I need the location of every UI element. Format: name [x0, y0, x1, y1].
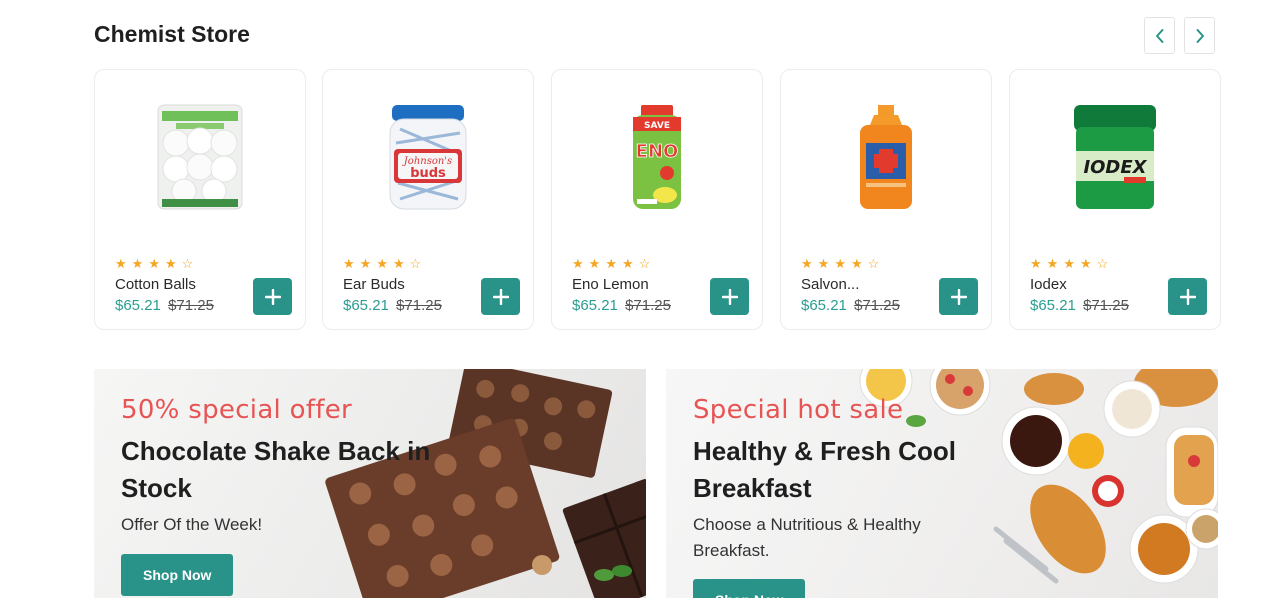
product-price: $65.21 $71.25 — [1030, 297, 1129, 314]
plus-icon — [492, 288, 509, 305]
balm-jar-icon: IODEX — [1074, 105, 1156, 209]
ear-buds-jar-icon: Johnson's buds — [389, 105, 467, 210]
star-empty-icon: ☆ — [409, 256, 422, 271]
product-image[interactable]: Johnson's buds — [323, 98, 533, 218]
current-price: $65.21 — [801, 297, 847, 314]
antiseptic-bottle-icon — [860, 105, 912, 209]
star-filled-icon: ★ — [148, 256, 160, 271]
carousel-next-button[interactable] — [1184, 17, 1215, 54]
star-filled-icon: ★ — [1079, 256, 1092, 271]
add-to-cart-button[interactable] — [253, 278, 292, 315]
product-name[interactable]: Eno Lemon — [572, 276, 649, 293]
star-filled-icon: ★ — [131, 256, 144, 271]
product-image[interactable] — [781, 98, 991, 218]
star-filled-icon: ★ — [834, 256, 846, 271]
product-image[interactable]: IODEX — [1010, 98, 1220, 218]
star-filled-icon: ★ — [605, 256, 617, 271]
product-card[interactable]: SAVE ENO ★ ★ ★ ★ ☆ Eno Lemon $65.21 $71.25 — [551, 69, 763, 330]
svg-text:IODEX: IODEX — [1083, 157, 1147, 178]
star-filled-icon: ★ — [359, 256, 372, 271]
rating-stars: ★ ★ ★ ★ ☆ — [572, 257, 650, 270]
star-filled-icon: ★ — [392, 256, 405, 271]
product-image[interactable] — [95, 98, 305, 218]
current-price: $65.21 — [572, 297, 618, 314]
carousel-prev-button[interactable] — [1144, 17, 1175, 54]
product-card[interactable]: IODEX ★ ★ ★ ★ ☆ Iodex $65.21 $71.25 — [1009, 69, 1221, 330]
star-filled-icon: ★ — [572, 256, 584, 271]
star-filled-icon: ★ — [621, 256, 634, 271]
product-price: $65.21 $71.25 — [801, 297, 900, 314]
product-card[interactable]: ★ ★ ★ ★ ☆ Salvon... $65.21 $71.25 — [780, 69, 992, 330]
svg-text:SAVE: SAVE — [644, 121, 670, 131]
product-name[interactable]: Iodex — [1030, 276, 1067, 293]
product-name[interactable]: Salvon... — [801, 276, 859, 293]
chevron-right-icon — [1196, 28, 1204, 43]
page: Chemist Store ★ ★ ★ ★ ☆ Cotton Balls $65… — [0, 0, 1280, 598]
product-card[interactable]: ★ ★ ★ ★ ☆ Cotton Balls $65.21 $71.25 — [94, 69, 306, 330]
old-price: $71.25 — [625, 297, 671, 314]
star-filled-icon: ★ — [343, 256, 355, 271]
star-empty-icon: ☆ — [638, 256, 651, 271]
old-price: $71.25 — [396, 297, 442, 314]
add-to-cart-button[interactable] — [481, 278, 520, 315]
product-price: $65.21 $71.25 — [115, 297, 214, 314]
product-price: $65.21 $71.25 — [343, 297, 442, 314]
plus-icon — [264, 288, 281, 305]
star-filled-icon: ★ — [376, 256, 388, 271]
star-empty-icon: ☆ — [867, 256, 880, 271]
star-filled-icon: ★ — [1063, 256, 1075, 271]
rating-stars: ★ ★ ★ ★ ☆ — [343, 257, 421, 270]
banner-subtitle: Offer Of the Week! — [121, 515, 263, 534]
chevron-left-icon — [1155, 28, 1163, 43]
rating-stars: ★ ★ ★ ★ ☆ — [115, 257, 193, 270]
current-price: $65.21 — [1030, 297, 1076, 314]
star-filled-icon: ★ — [1046, 256, 1059, 271]
old-price: $71.25 — [854, 297, 900, 314]
product-name[interactable]: Cotton Balls — [115, 276, 196, 293]
banner-title: Chocolate Shake Back in Stock — [121, 436, 431, 503]
plus-icon — [1179, 288, 1196, 305]
svg-text:ENO: ENO — [636, 141, 679, 162]
product-image[interactable]: SAVE ENO — [552, 98, 762, 218]
eno-bottle-icon: SAVE ENO — [633, 105, 681, 209]
banner-tagline: Special hot sale — [693, 395, 904, 425]
rating-stars: ★ ★ ★ ★ ☆ — [1030, 257, 1108, 270]
star-filled-icon: ★ — [115, 256, 127, 271]
add-to-cart-button[interactable] — [939, 278, 978, 315]
star-filled-icon: ★ — [1030, 256, 1042, 271]
banner-title: Healthy & Fresh Cool Breakfast — [693, 436, 956, 503]
shop-now-button[interactable]: Shop Now — [693, 579, 806, 598]
star-filled-icon: ★ — [588, 256, 601, 271]
section-title: Chemist Store — [94, 21, 250, 47]
product-price: $65.21 $71.25 — [572, 297, 671, 314]
product-card[interactable]: Johnson's buds ★ ★ ★ ★ ☆ Ear Buds $65.21 $71… — [322, 69, 534, 330]
promo-banner-chocolate[interactable]: 50% special offer Chocolate Shake Back i… — [94, 369, 646, 598]
old-price: $71.25 — [1083, 297, 1129, 314]
banner-tagline: 50% special offer — [121, 395, 353, 425]
product-name[interactable]: Ear Buds — [343, 276, 405, 293]
old-price: $71.25 — [168, 297, 214, 314]
star-filled-icon: ★ — [164, 256, 177, 271]
promo-banner-breakfast[interactable]: Special hot sale Healthy & Fresh Cool Br… — [666, 369, 1218, 598]
rating-stars: ★ ★ ★ ★ ☆ — [801, 257, 879, 270]
current-price: $65.21 — [343, 297, 389, 314]
star-filled-icon: ★ — [850, 256, 863, 271]
star-empty-icon: ☆ — [181, 256, 194, 271]
plus-icon — [950, 288, 967, 305]
current-price: $65.21 — [115, 297, 161, 314]
add-to-cart-button[interactable] — [1168, 278, 1207, 315]
add-to-cart-button[interactable] — [710, 278, 749, 315]
shop-now-button[interactable]: Shop Now — [121, 554, 234, 596]
svg-text:buds: buds — [410, 166, 446, 181]
plus-icon — [721, 288, 738, 305]
banner-subtitle: Choose a Nutritious & Healthy Breakfast. — [693, 515, 921, 560]
cotton-balls-pack-icon — [157, 104, 243, 210]
star-filled-icon: ★ — [817, 256, 830, 271]
star-filled-icon: ★ — [801, 256, 813, 271]
star-empty-icon: ☆ — [1096, 256, 1109, 271]
